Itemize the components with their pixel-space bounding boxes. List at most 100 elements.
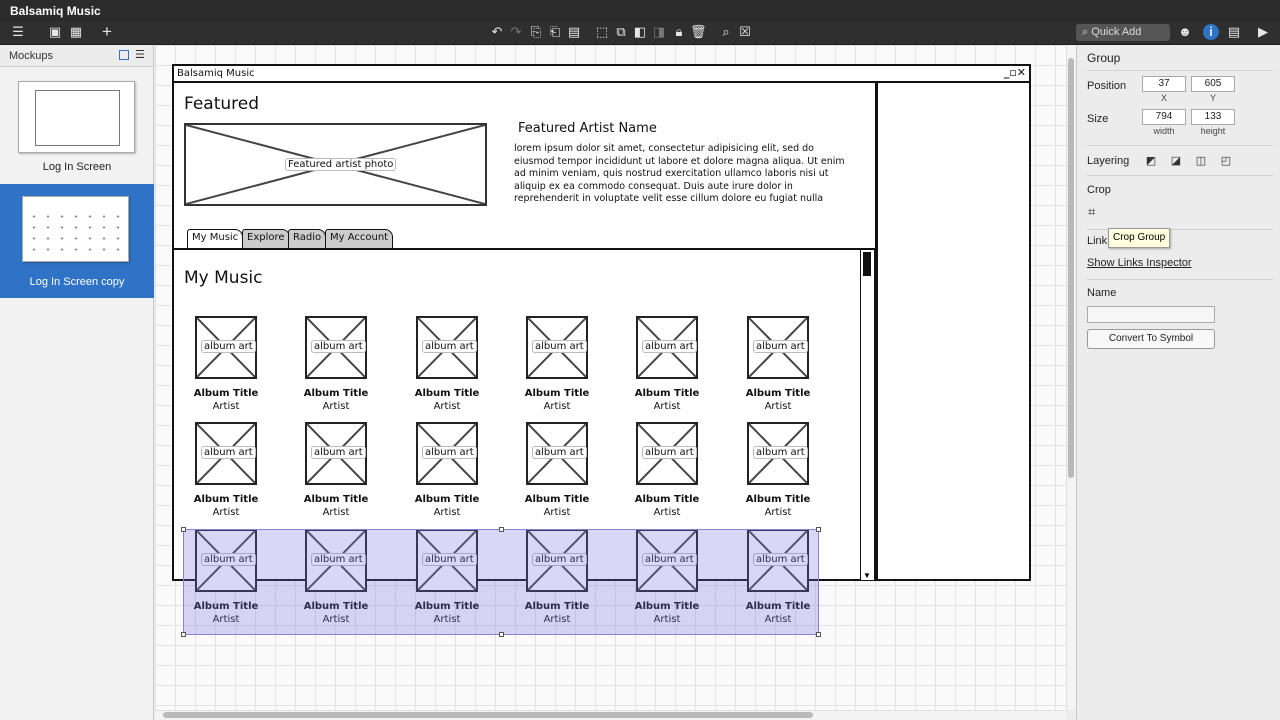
horizontal-scroll-thumb[interactable] [163, 712, 813, 718]
album-title[interactable]: Album Title [733, 388, 823, 399]
name-input[interactable] [1087, 306, 1215, 323]
album-artist[interactable]: Artist [181, 401, 271, 412]
album-title[interactable]: Album Title [291, 388, 381, 399]
mockup-scrollbar[interactable]: ▼ [860, 250, 874, 580]
mockup-item-log-in-screen-copy[interactable]: Log In Screen copy [0, 184, 154, 298]
album-art[interactable]: album art [747, 422, 809, 485]
my-music-heading[interactable]: My Music [184, 268, 263, 288]
resize-handle-tr[interactable] [816, 527, 821, 532]
send-backward-icon[interactable]: ◫ [1194, 154, 1208, 168]
send-to-back-icon[interactable]: ◰ [1219, 154, 1233, 168]
layering-label: Layering [1087, 155, 1130, 167]
album-art[interactable]: album art [636, 316, 698, 379]
size-height-input[interactable]: 133 [1191, 109, 1235, 125]
album-artist[interactable]: Artist [402, 507, 492, 518]
album-artist[interactable]: Artist [512, 401, 602, 412]
resize-handle-bl[interactable] [181, 632, 186, 637]
menu-icon[interactable]: ☰ [10, 24, 26, 40]
featured-artist-photo[interactable]: Featured artist photo [184, 123, 487, 206]
album-art[interactable]: album art [636, 422, 698, 485]
album-art[interactable]: album art [416, 316, 478, 379]
album-art[interactable]: album art [195, 422, 257, 485]
copy-icon[interactable]: ⎘ [528, 24, 544, 40]
album-title[interactable]: Album Title [622, 494, 712, 505]
mockup-item-label: Log In Screen [42, 161, 112, 173]
grid-view-icon[interactable]: ▦ [68, 24, 84, 40]
bring-to-front-icon[interactable]: ◩ [1144, 154, 1158, 168]
featured-artist-description[interactable]: lorem ipsum dolor sit amet, consectetur … [514, 143, 856, 206]
find-icon[interactable]: ⌕ [718, 24, 734, 40]
convert-to-symbol-button[interactable]: Convert To Symbol [1087, 329, 1215, 349]
featured-heading[interactable]: Featured [184, 94, 259, 114]
ungroup-icon[interactable]: ⧉ [613, 24, 629, 40]
resize-handle-br[interactable] [816, 632, 821, 637]
position-y-input[interactable]: 605 [1191, 76, 1235, 92]
album-title[interactable]: Album Title [181, 494, 271, 505]
album-art[interactable]: album art [195, 316, 257, 379]
add-icon[interactable]: + [99, 23, 115, 40]
album-art[interactable]: album art [526, 316, 588, 379]
play-icon[interactable]: ▶ [1255, 24, 1271, 40]
album-title[interactable]: Album Title [402, 388, 492, 399]
user-icon[interactable]: ☻ [1177, 24, 1193, 40]
album-title[interactable]: Album Title [733, 494, 823, 505]
trash-icon[interactable]: 🗑︎ [690, 24, 707, 40]
resize-handle-tm[interactable] [499, 527, 504, 532]
album-art[interactable]: album art [416, 422, 478, 485]
featured-artist-name[interactable]: Featured Artist Name [518, 121, 657, 136]
selection-group[interactable] [183, 529, 819, 635]
info-icon[interactable]: i [1203, 24, 1219, 40]
album-art[interactable]: album art [747, 316, 809, 379]
mockup-window-titlebar[interactable]: Balsamiq Music _▫✕ [174, 66, 1029, 83]
single-view-icon[interactable]: ▣ [47, 24, 63, 40]
group-icon[interactable]: ⬚ [594, 24, 610, 40]
album-title[interactable]: Album Title [181, 388, 271, 399]
album-artist[interactable]: Artist [512, 507, 602, 518]
album-artist[interactable]: Artist [622, 401, 712, 412]
search-icon: ⌕ [1082, 26, 1092, 38]
tab-my-music[interactable]: My Music [187, 229, 244, 249]
position-x-input[interactable]: 37 [1142, 76, 1186, 92]
quick-add-field[interactable]: ⌕ Quick Add [1076, 24, 1170, 41]
notes-icon[interactable]: ▤ [1226, 24, 1242, 40]
album-artist[interactable]: Artist [181, 507, 271, 518]
album-title[interactable]: Album Title [512, 494, 602, 505]
send-back-icon[interactable]: ◨ [651, 24, 667, 40]
size-width-input[interactable]: 794 [1142, 109, 1186, 125]
toolbar: ☰ ▣ ▦ + ↶ ↷ ⎘ ⎗ ▤ ⬚ ⧉ ◧ ◨ 🔒︎ 🗑︎ ⌕ ☒ ⌕ Qu… [0, 21, 1280, 45]
resize-handle-bm[interactable] [499, 632, 504, 637]
lock-icon[interactable]: 🔒︎ [671, 24, 687, 40]
tab-explore[interactable]: Explore [242, 229, 290, 248]
thumbnail-view-icon[interactable] [119, 50, 129, 60]
vertical-scroll-thumb[interactable] [1068, 58, 1074, 478]
redo-icon[interactable]: ↷ [508, 24, 524, 40]
album-art[interactable]: album art [526, 422, 588, 485]
list-view-icon[interactable]: ☰ [135, 48, 145, 61]
close-icon[interactable]: ☒ [737, 24, 753, 40]
album-art[interactable]: album art [305, 316, 367, 379]
album-art-label: album art [532, 340, 587, 353]
album-artist[interactable]: Artist [733, 507, 823, 518]
album-artist[interactable]: Artist [291, 507, 381, 518]
bring-front-icon[interactable]: ◧ [632, 24, 648, 40]
tab-my-account[interactable]: My Account [325, 229, 394, 248]
album-artist[interactable]: Artist [733, 401, 823, 412]
crop-icon[interactable]: ⌗ [1088, 204, 1095, 220]
tab-radio[interactable]: Radio [288, 229, 327, 248]
undo-icon[interactable]: ↶ [489, 24, 505, 40]
album-title[interactable]: Album Title [622, 388, 712, 399]
album-artist[interactable]: Artist [291, 401, 381, 412]
crop-label: Crop [1087, 184, 1111, 196]
paste-icon[interactable]: ⎗ [547, 24, 563, 40]
resize-handle-tl[interactable] [181, 527, 186, 532]
mockup-item-log-in-screen[interactable]: Log In Screen [0, 75, 154, 189]
bring-forward-icon[interactable]: ◪ [1169, 154, 1183, 168]
clipboard-icon[interactable]: ▤ [566, 24, 582, 40]
album-title[interactable]: Album Title [402, 494, 492, 505]
show-links-inspector-link[interactable]: Show Links Inspector [1087, 257, 1192, 269]
album-title[interactable]: Album Title [291, 494, 381, 505]
album-artist[interactable]: Artist [622, 507, 712, 518]
album-artist[interactable]: Artist [402, 401, 492, 412]
album-art[interactable]: album art [305, 422, 367, 485]
album-title[interactable]: Album Title [512, 388, 602, 399]
